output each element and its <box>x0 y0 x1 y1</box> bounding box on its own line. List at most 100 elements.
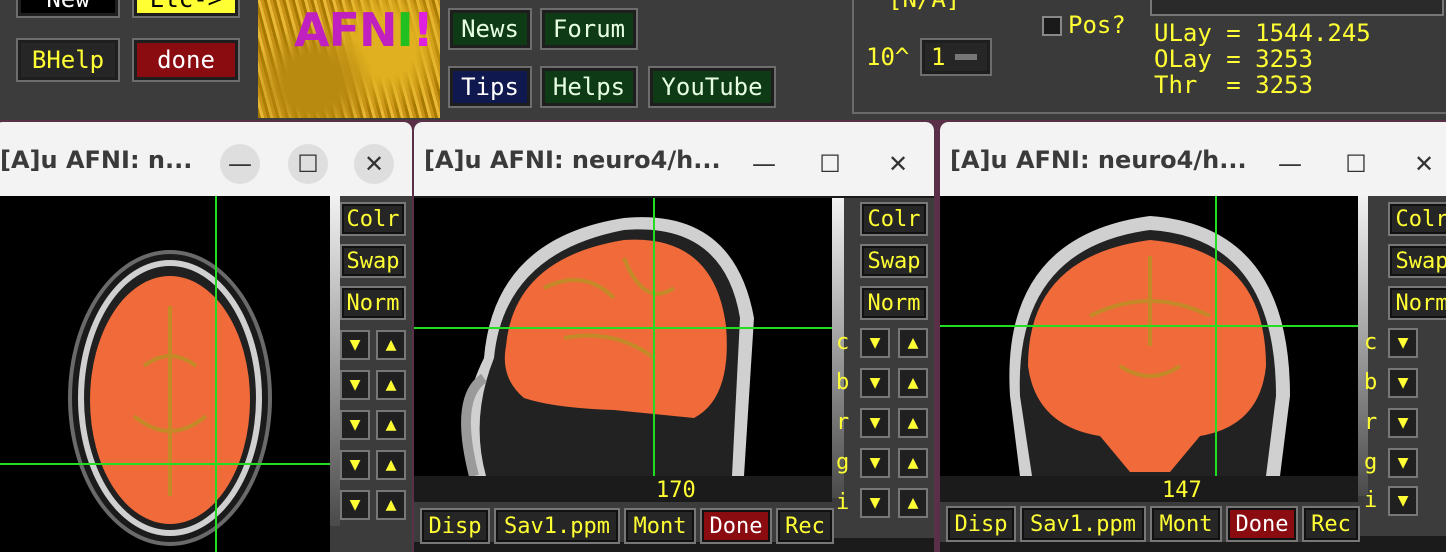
minimize-icon[interactable]: — <box>1270 144 1310 184</box>
slice-number: 147 <box>1162 478 1202 503</box>
new-button[interactable]: New <box>16 0 120 18</box>
decrease-arrow-icon[interactable]: ▼ <box>1388 448 1418 478</box>
minimize-icon[interactable]: — <box>220 144 260 184</box>
afni-logo-text: AFNI! <box>294 3 434 57</box>
decrease-arrow-icon[interactable]: ▼ <box>860 488 890 518</box>
row-label: g <box>1364 450 1378 475</box>
mont-button[interactable]: Mont <box>624 508 696 544</box>
decrease-arrow-icon[interactable]: ▼ <box>340 330 370 360</box>
tips-button[interactable]: Tips <box>448 66 532 108</box>
save-ppm-button[interactable]: Sav1.ppm <box>494 508 620 544</box>
norm-button[interactable]: Norm <box>340 286 406 320</box>
gray-scale-bar <box>330 196 340 526</box>
colr-button[interactable]: Colr <box>860 202 928 236</box>
mont-button[interactable]: Mont <box>1150 506 1222 542</box>
increase-arrow-icon[interactable]: ▲ <box>376 490 406 520</box>
value-slider-bar[interactable] <box>1150 0 1444 16</box>
decrease-arrow-icon[interactable]: ▼ <box>860 448 890 478</box>
decrease-arrow-icon[interactable]: ▼ <box>1388 486 1418 516</box>
coronal-side-panel: Colr Swap Norm c ▼ b ▼ r ▼ g ▼ i ▼ <box>1358 196 1446 536</box>
decrease-arrow-icon[interactable]: ▼ <box>860 408 890 438</box>
bhelp-button[interactable]: BHelp <box>16 38 120 82</box>
row-label: i <box>1364 488 1378 513</box>
swap-button[interactable]: Swap <box>340 244 406 278</box>
forum-button[interactable]: Forum <box>540 8 638 50</box>
coronal-image-window: [A]u AFNI: neuro4/h... — ☐ ✕ 147 Colr Sw… <box>940 122 1446 552</box>
increase-arrow-icon[interactable]: ▲ <box>898 328 928 358</box>
decrease-arrow-icon[interactable]: ▼ <box>1388 328 1418 358</box>
disp-button[interactable]: Disp <box>420 508 490 544</box>
close-icon[interactable]: ✕ <box>1404 144 1444 184</box>
slice-number: 170 <box>656 478 696 503</box>
decrease-arrow-icon[interactable]: ▼ <box>340 490 370 520</box>
row-label: b <box>836 370 850 395</box>
row-label: c <box>1364 330 1378 355</box>
done-button[interactable]: done <box>132 38 240 82</box>
olay-value: OLay = 3253 <box>1154 45 1313 73</box>
window-title: [A]u AFNI: n... <box>0 146 193 174</box>
norm-button[interactable]: Norm <box>860 286 928 320</box>
swap-button[interactable]: Swap <box>1388 244 1446 278</box>
axial-image-window: [A]u AFNI: n... — ☐ ✕ Colr Swap Norm ▼ ▲… <box>0 122 412 552</box>
pos-label: Pos? <box>1068 11 1126 39</box>
window-titlebar: [A]u AFNI: n... — ☐ ✕ <box>0 122 412 196</box>
increase-arrow-icon[interactable]: ▲ <box>898 408 928 438</box>
axial-side-panel: Colr Swap Norm ▼ ▲ ▼ ▲ ▼ ▲ ▼ ▲ ▼ ▲ <box>330 196 412 552</box>
coronal-brain-image[interactable] <box>940 196 1358 476</box>
youtube-button[interactable]: YouTube <box>648 66 776 108</box>
window-title: [A]u AFNI: neuro4/h... <box>424 146 721 174</box>
decrease-arrow-icon[interactable]: ▼ <box>340 450 370 480</box>
sagittal-brain-image[interactable] <box>414 198 832 476</box>
increase-arrow-icon[interactable]: ▲ <box>898 488 928 518</box>
close-icon[interactable]: ✕ <box>354 144 394 184</box>
window-done-button[interactable]: Done <box>1226 506 1298 542</box>
thr-value: Thr = 3253 <box>1154 71 1313 99</box>
maximize-icon[interactable]: ☐ <box>810 144 850 184</box>
news-button[interactable]: News <box>448 8 532 50</box>
row-label: r <box>1364 410 1378 435</box>
colr-button[interactable]: Colr <box>340 202 406 236</box>
row-label: i <box>836 490 850 515</box>
etc-button[interactable]: Etc-> <box>132 0 240 18</box>
row-label: c <box>836 330 850 355</box>
increase-arrow-icon[interactable]: ▲ <box>376 330 406 360</box>
position-readout-panel: [N/A] 10^ 1 Pos? ULay = 1544.245 OLay = … <box>852 0 1446 114</box>
range-label: [N/A] <box>888 0 960 12</box>
increase-arrow-icon[interactable]: ▲ <box>376 410 406 440</box>
increase-arrow-icon[interactable]: ▲ <box>376 450 406 480</box>
close-icon[interactable]: ✕ <box>878 144 918 184</box>
sagittal-image-window: [A]u AFNI: neuro4/h... — ☐ ✕ 170 Colr Sw… <box>414 122 934 552</box>
decrease-arrow-icon[interactable]: ▼ <box>340 370 370 400</box>
increase-arrow-icon[interactable]: ▲ <box>376 370 406 400</box>
decrease-arrow-icon[interactable]: ▼ <box>340 410 370 440</box>
decrease-arrow-icon[interactable]: ▼ <box>860 368 890 398</box>
window-titlebar: [A]u AFNI: neuro4/h... — ☐ ✕ <box>940 122 1446 196</box>
swap-button[interactable]: Swap <box>860 244 928 278</box>
rec-button[interactable]: Rec <box>776 508 834 544</box>
maximize-icon[interactable]: ☐ <box>1336 144 1376 184</box>
window-done-button[interactable]: Done <box>700 508 772 544</box>
norm-button[interactable]: Norm <box>1388 286 1446 320</box>
increase-arrow-icon[interactable]: ▲ <box>898 368 928 398</box>
row-label: g <box>836 450 850 475</box>
increase-arrow-icon[interactable]: ▲ <box>898 448 928 478</box>
decrease-arrow-icon[interactable]: ▼ <box>1388 368 1418 398</box>
afni-logo[interactable]: AFNI! <box>258 0 440 118</box>
ulay-value: ULay = 1544.245 <box>1154 19 1371 47</box>
save-ppm-button[interactable]: Sav1.ppm <box>1020 506 1146 542</box>
coronal-bottom-bar: Disp Sav1.ppm Mont Done Rec <box>940 502 1360 542</box>
maximize-icon[interactable]: ☐ <box>288 144 328 184</box>
exponent-selector[interactable]: 1 <box>920 38 992 76</box>
minimize-icon[interactable]: — <box>744 144 784 184</box>
colr-button[interactable]: Colr <box>1388 202 1446 236</box>
pos-checkbox[interactable] <box>1042 16 1062 36</box>
disp-button[interactable]: Disp <box>946 506 1016 542</box>
rec-button[interactable]: Rec <box>1302 506 1360 542</box>
decrease-arrow-icon[interactable]: ▼ <box>860 328 890 358</box>
exponent-value: 1 <box>931 43 946 71</box>
helps-button[interactable]: Helps <box>540 66 638 108</box>
axial-brain-image[interactable] <box>0 196 330 552</box>
sagittal-bottom-bar: Disp Sav1.ppm Mont Done Rec <box>414 502 834 544</box>
window-title: [A]u AFNI: neuro4/h... <box>950 146 1247 174</box>
decrease-arrow-icon[interactable]: ▼ <box>1388 408 1418 438</box>
